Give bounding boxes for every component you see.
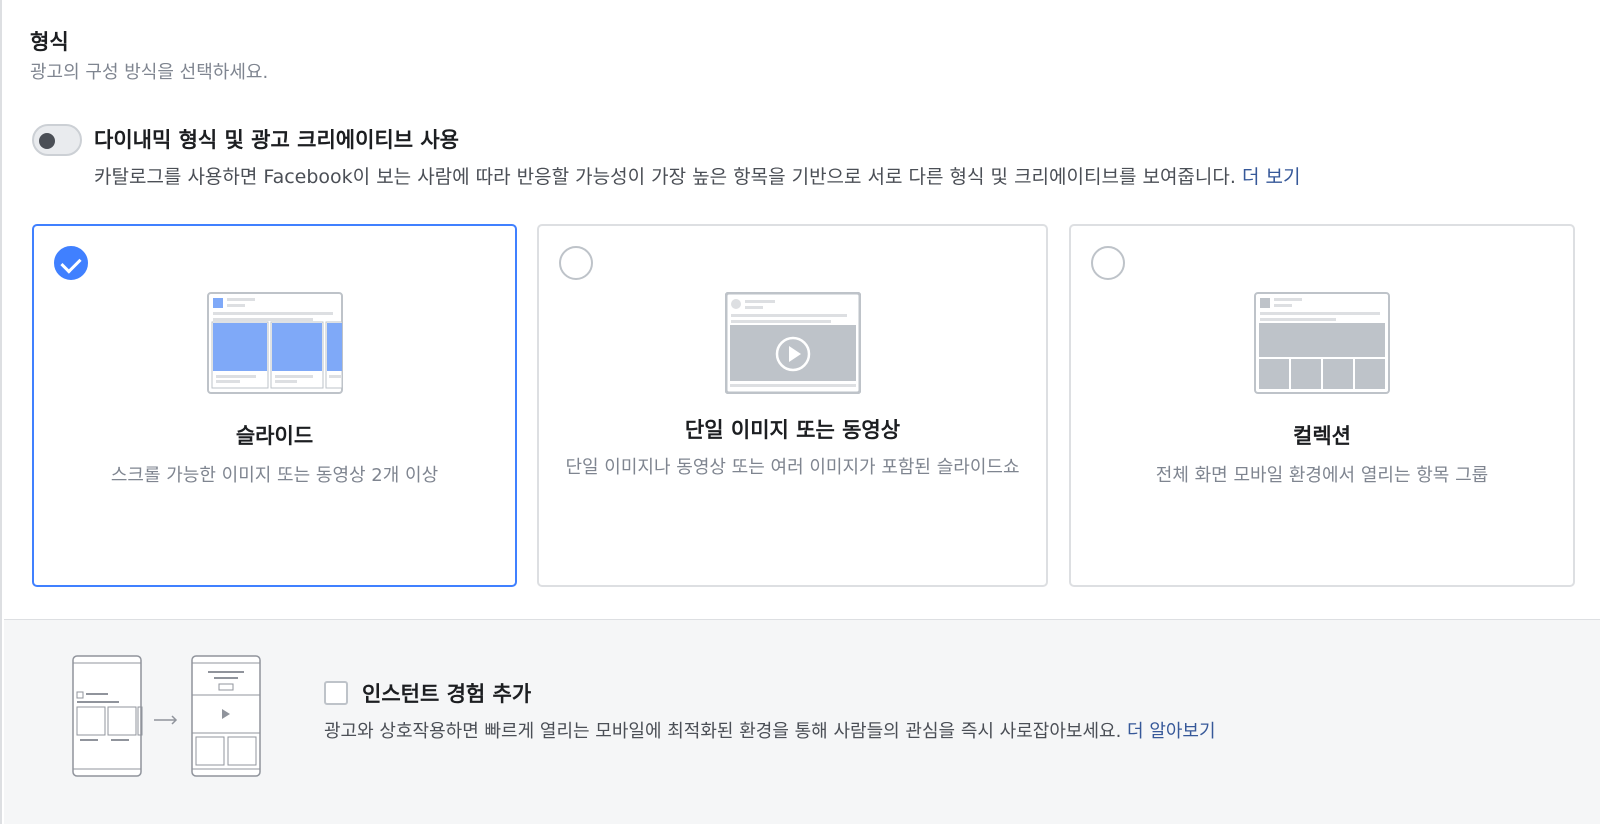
single-media-description: 단일 이미지나 동영상 또는 여러 이미지가 포함된 슬라이드쇼 bbox=[565, 457, 1020, 478]
dynamic-format-title: 다이내믹 형식 및 광고 크리에이티브 사용 bbox=[94, 128, 459, 152]
format-option-collection[interactable]: 컬렉션 전체 화면 모바일 환경에서 열리는 항목 그룹 bbox=[1069, 224, 1575, 587]
ad-format-panel: 형식 광고의 구성 방식을 선택하세요. 다이내믹 형식 및 광고 크리에이티브… bbox=[0, 0, 1600, 824]
collection-illustration-icon bbox=[1254, 292, 1390, 394]
instant-experience-description-text: 광고와 상호작용하면 빠르게 열리는 모바일에 최적화된 환경을 통해 사람들의… bbox=[324, 721, 1122, 742]
section-title: 형식 bbox=[30, 30, 69, 54]
instant-experience-illustration-icon bbox=[72, 655, 261, 777]
carousel-description: 스크롤 가능한 이미지 또는 동영상 2개 이상 bbox=[110, 465, 439, 486]
single-video-illustration-icon bbox=[724, 292, 861, 394]
see-more-link[interactable]: 더 보기 bbox=[1242, 166, 1300, 188]
collection-title: 컬렉션 bbox=[1293, 424, 1351, 448]
single-media-radio[interactable] bbox=[559, 246, 593, 280]
dynamic-format-toggle[interactable] bbox=[32, 124, 82, 156]
instant-experience-title: 인스턴트 경험 추가 bbox=[362, 682, 532, 706]
collection-description: 전체 화면 모바일 환경에서 열리는 항목 그룹 bbox=[1155, 465, 1489, 486]
instant-experience-checkbox[interactable] bbox=[324, 681, 348, 705]
learn-more-link[interactable]: 더 알아보기 bbox=[1127, 721, 1216, 742]
instant-experience-description: 광고와 상호작용하면 빠르게 열리는 모바일에 최적화된 환경을 통해 사람들의… bbox=[324, 717, 1216, 743]
section-subtitle: 광고의 구성 방식을 선택하세요. bbox=[30, 62, 269, 83]
carousel-radio-checked-icon[interactable] bbox=[54, 246, 88, 280]
toggle-knob bbox=[39, 133, 55, 149]
format-option-carousel[interactable]: 슬라이드 스크롤 가능한 이미지 또는 동영상 2개 이상 bbox=[32, 224, 517, 587]
single-media-title: 단일 이미지 또는 동영상 bbox=[684, 418, 901, 442]
dynamic-format-description: 카탈로그를 사용하면 Facebook이 보는 사람에 따라 반응할 가능성이 … bbox=[94, 162, 1300, 189]
carousel-illustration-icon bbox=[206, 292, 343, 394]
carousel-title: 슬라이드 bbox=[235, 424, 314, 448]
collection-radio[interactable] bbox=[1091, 246, 1125, 280]
dynamic-format-description-text: 카탈로그를 사용하면 Facebook이 보는 사람에 따라 반응할 가능성이 … bbox=[94, 166, 1236, 188]
format-option-single-image-video[interactable]: 단일 이미지 또는 동영상 단일 이미지나 동영상 또는 여러 이미지가 포함된… bbox=[537, 224, 1048, 587]
